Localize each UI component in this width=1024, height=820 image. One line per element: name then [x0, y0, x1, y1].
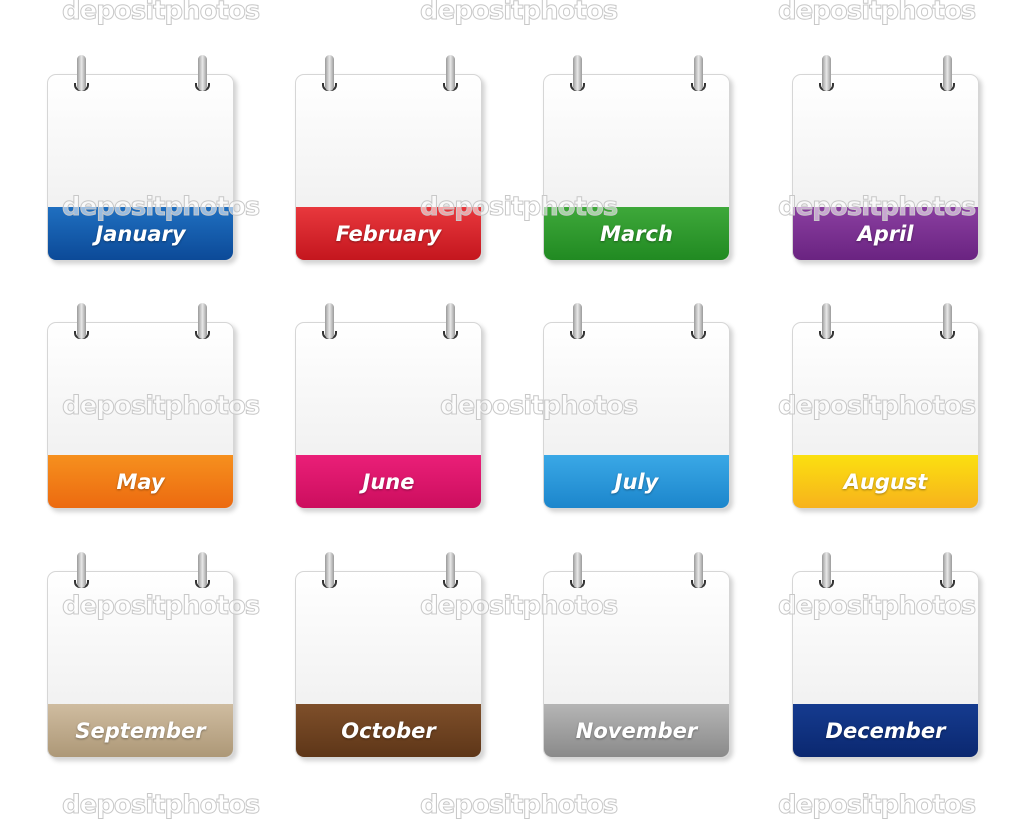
month-label: December	[825, 718, 946, 743]
month-label: November	[575, 718, 698, 743]
calendar-icon-february: February	[295, 74, 482, 261]
binder-ring-icon	[694, 552, 703, 588]
month-label: August	[843, 469, 928, 494]
month-band: October	[296, 704, 481, 757]
watermark: depositphotos	[419, 192, 618, 223]
binder-ring-icon	[77, 552, 86, 588]
month-label: September	[75, 718, 206, 743]
month-band: September	[48, 704, 233, 757]
month-label: May	[116, 469, 165, 494]
month-band: June	[296, 455, 481, 508]
month-label: March	[600, 221, 673, 246]
month-label: June	[362, 469, 415, 494]
month-band: May	[48, 455, 233, 508]
binder-ring-icon	[77, 303, 86, 339]
binder-ring-icon	[694, 303, 703, 339]
binder-ring-icon	[446, 552, 455, 588]
month-label: April	[857, 221, 914, 246]
binder-ring-icon	[943, 55, 952, 91]
month-band: July	[544, 455, 729, 508]
watermark: depositphotos	[61, 192, 260, 223]
watermark: depositphotos	[777, 790, 976, 820]
month-label: October	[341, 718, 436, 743]
watermark: depositphotos	[419, 0, 618, 27]
month-band: August	[793, 455, 978, 508]
binder-ring-icon	[198, 303, 207, 339]
binder-ring-icon	[446, 55, 455, 91]
calendar-icon-april: April	[792, 74, 979, 261]
calendar-icon-january: January	[47, 74, 234, 261]
watermark: depositphotos	[777, 192, 976, 223]
month-band: November	[544, 704, 729, 757]
month-label: February	[335, 221, 442, 246]
binder-ring-icon	[77, 55, 86, 91]
watermark: depositphotos	[777, 0, 976, 27]
month-label: July	[614, 469, 659, 494]
binder-ring-icon	[325, 303, 334, 339]
watermark: depositphotos	[439, 391, 638, 422]
binder-ring-icon	[573, 55, 582, 91]
watermark: depositphotos	[61, 391, 260, 422]
binder-ring-icon	[822, 303, 831, 339]
watermark: depositphotos	[61, 0, 260, 27]
watermark: depositphotos	[61, 591, 260, 622]
watermark: depositphotos	[419, 790, 618, 820]
binder-ring-icon	[573, 552, 582, 588]
binder-ring-icon	[694, 55, 703, 91]
watermark: depositphotos	[419, 591, 618, 622]
binder-ring-icon	[446, 303, 455, 339]
month-band: December	[793, 704, 978, 757]
binder-ring-icon	[325, 55, 334, 91]
binder-ring-icon	[943, 552, 952, 588]
binder-ring-icon	[198, 552, 207, 588]
month-label: January	[95, 221, 186, 246]
binder-ring-icon	[198, 55, 207, 91]
binder-ring-icon	[943, 303, 952, 339]
binder-ring-icon	[573, 303, 582, 339]
watermark: depositphotos	[777, 391, 976, 422]
calendar-icon-march: March	[543, 74, 730, 261]
binder-ring-icon	[822, 552, 831, 588]
watermark: depositphotos	[777, 591, 976, 622]
binder-ring-icon	[822, 55, 831, 91]
watermark: depositphotos	[61, 790, 260, 820]
binder-ring-icon	[325, 552, 334, 588]
